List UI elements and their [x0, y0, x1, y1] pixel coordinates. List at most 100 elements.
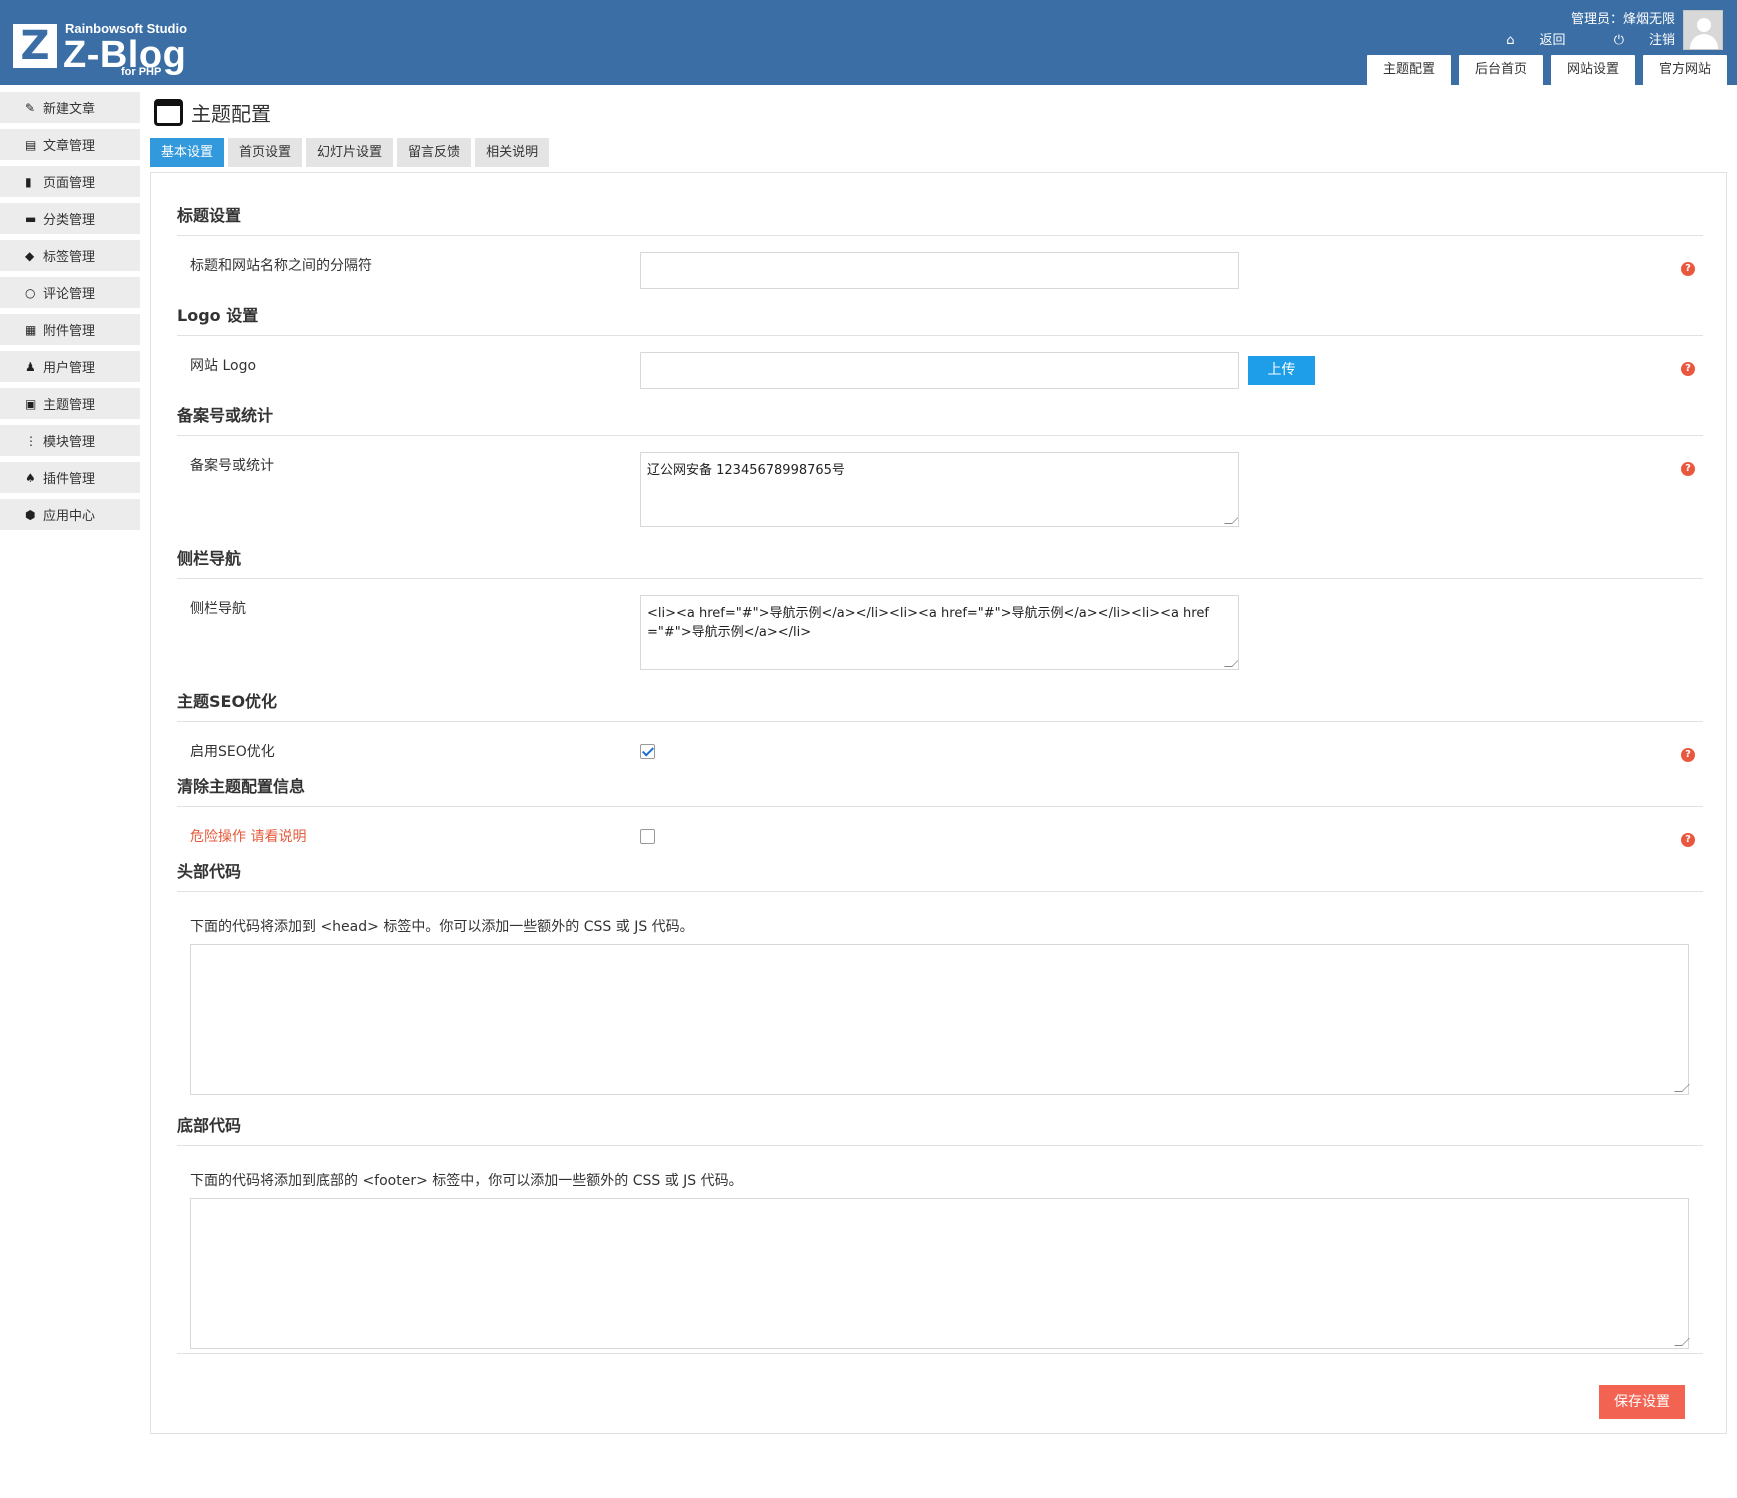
page-title: 主题配置 [150, 92, 1727, 132]
separator-input[interactable] [640, 252, 1239, 289]
document-icon: ▤ [25, 137, 37, 152]
section-beian: 备案号或统计 [177, 405, 1703, 436]
danger-operation-label: 危险操作 请看说明 [190, 829, 307, 845]
back-link[interactable]: ⌂ 返回 [1484, 32, 1565, 50]
tab-feedback[interactable]: 留言反馈 [397, 138, 472, 167]
tag-icon: ◆ [25, 248, 35, 263]
topnav-theme-config[interactable]: 主题配置 [1367, 55, 1451, 85]
settings-tabs: 基本设置 首页设置 幻灯片设置 留言反馈 相关说明 [150, 138, 550, 167]
beian-label: 备案号或统计 [190, 458, 274, 474]
panel-footer-divider [177, 1353, 1703, 1354]
menu-item-label: 标签管理 [43, 250, 96, 265]
site-logo-label: 网站 Logo [190, 358, 257, 374]
folder-icon: ▬ [25, 211, 37, 226]
menu-item-label: 文章管理 [43, 139, 96, 154]
head-code-description: 下面的代码将添加到 <head> 标签中。你可以添加一些额外的 CSS 或 JS… [190, 919, 694, 935]
menu-item-label: 主题管理 [43, 398, 96, 413]
head-code-textarea[interactable] [190, 944, 1690, 1095]
resize-handle[interactable] [1674, 1338, 1690, 1346]
page-title-text: 主题配置 [191, 101, 271, 126]
zblog-logo[interactable]: Z Rainbowsoft Studio Z-Blog for PHP [13, 20, 193, 80]
home-icon: ⌂ [1506, 33, 1515, 48]
pencil-icon: ✎ [25, 100, 36, 115]
comment-icon: ○ [25, 285, 36, 300]
left-menu: ✎ 新建文章 ▤ 文章管理 ▮ 页面管理 ▬ 分类管理 ◆ 标签管理 ○ 评论管理 ▦ 附件管… [0, 92, 140, 536]
help-icon[interactable]: ? [1681, 748, 1695, 762]
topnav-site-settings[interactable]: 网站设置 [1551, 55, 1635, 85]
clear-config-checkbox[interactable] [640, 829, 655, 844]
menu-item-attachment-manage[interactable]: ▦ 附件管理 [0, 314, 140, 346]
avatar-head-shape [1697, 18, 1711, 32]
menu-item-label: 插件管理 [43, 472, 96, 487]
help-icon[interactable]: ? [1681, 833, 1695, 847]
menu-item-theme-manage[interactable]: ▣ 主题管理 [0, 388, 140, 420]
menu-item-label: 评论管理 [43, 287, 96, 302]
section-footer-code: 底部代码 [177, 1115, 1703, 1146]
sidebar-nav-label: 侧栏导航 [190, 601, 246, 617]
seo-enable-label: 启用SEO优化 [190, 744, 275, 760]
logo-sub-text: for PHP [121, 66, 162, 78]
avatar[interactable] [1683, 10, 1723, 50]
menu-item-tag-manage[interactable]: ◆ 标签管理 [0, 240, 140, 272]
user-bar: 管理员：烽烟无限 ⌂ 返回 ⏻ 注销 [1462, 11, 1675, 50]
save-settings-button[interactable]: 保存设置 [1599, 1385, 1685, 1419]
tab-slide-settings[interactable]: 幻灯片设置 [306, 138, 394, 167]
menu-item-article-manage[interactable]: ▤ 文章管理 [0, 129, 140, 161]
main-content: 主题配置 基本设置 首页设置 幻灯片设置 留言反馈 相关说明 标题设置 标题和网… [150, 92, 1727, 1434]
tab-basic-settings[interactable]: 基本设置 [150, 138, 225, 167]
section-clear-config: 清除主题配置信息 [177, 776, 1703, 807]
window-icon [154, 98, 183, 126]
menu-item-plugin-manage[interactable]: ♠ 插件管理 [0, 462, 140, 494]
menu-item-label: 附件管理 [43, 324, 96, 339]
cube-icon: ⬢ [25, 507, 36, 522]
logout-label: 注销 [1648, 33, 1675, 48]
footer-code-textarea[interactable] [190, 1198, 1690, 1349]
help-icon[interactable]: ? [1681, 362, 1695, 376]
module-icon: ⋮ [25, 433, 37, 448]
logout-link[interactable]: ⏻ 注销 [1592, 32, 1675, 50]
tab-home-settings[interactable]: 首页设置 [228, 138, 303, 167]
settings-panel: 标题设置 标题和网站名称之间的分隔符 ? Logo 设置 网站 Logo 上传 … [150, 172, 1727, 1434]
resize-handle[interactable] [1674, 1084, 1690, 1092]
seo-enable-checkbox[interactable] [640, 744, 655, 759]
site-logo-input[interactable] [640, 352, 1239, 389]
top-header: Z Rainbowsoft Studio Z-Blog for PHP 管理员：… [0, 0, 1737, 85]
menu-item-label: 分类管理 [43, 213, 96, 228]
plugin-icon: ♠ [25, 470, 36, 485]
file-icon: ▮ [25, 174, 32, 189]
menu-item-label: 页面管理 [43, 176, 96, 191]
menu-item-new-article[interactable]: ✎ 新建文章 [0, 92, 140, 124]
section-title-settings: 标题设置 [177, 205, 1703, 236]
help-icon[interactable]: ? [1681, 462, 1695, 476]
sidebar-nav-textarea[interactable]: <li><a href="#">导航示例</a></li><li><a href… [640, 595, 1239, 670]
resize-handle[interactable] [1224, 659, 1238, 667]
logo-z-mark: Z [13, 24, 57, 68]
menu-item-label: 用户管理 [43, 361, 96, 376]
topnav-admin-home[interactable]: 后台首页 [1459, 55, 1543, 85]
menu-item-page-manage[interactable]: ▮ 页面管理 [0, 166, 140, 198]
beian-textarea[interactable]: 辽公网安备 12345678998765号 [640, 452, 1239, 527]
section-head-code: 头部代码 [177, 861, 1703, 892]
menu-item-category-manage[interactable]: ▬ 分类管理 [0, 203, 140, 235]
resize-handle[interactable] [1224, 516, 1238, 524]
topnav-official-site[interactable]: 官方网站 [1643, 55, 1727, 85]
tab-about[interactable]: 相关说明 [475, 138, 550, 167]
top-nav: 主题配置 后台首页 网站设置 官方网站 [1367, 55, 1727, 85]
section-logo-settings: Logo 设置 [177, 305, 1703, 336]
menu-item-module-manage[interactable]: ⋮ 模块管理 [0, 425, 140, 457]
menu-item-label: 应用中心 [43, 509, 96, 524]
menu-item-comment-manage[interactable]: ○ 评论管理 [0, 277, 140, 309]
back-label: 返回 [1539, 33, 1566, 48]
menu-item-app-center[interactable]: ⬢ 应用中心 [0, 499, 140, 531]
avatar-body-shape [1690, 34, 1718, 49]
menu-item-user-manage[interactable]: ♟ 用户管理 [0, 351, 140, 383]
footer-code-description: 下面的代码将添加到底部的 <footer> 标签中，你可以添加一些额外的 CSS… [190, 1173, 743, 1189]
upload-button[interactable]: 上传 [1248, 356, 1315, 385]
archive-icon: ▦ [25, 322, 37, 337]
user-icon: ♟ [25, 359, 36, 374]
separator-label: 标题和网站名称之间的分隔符 [190, 258, 372, 274]
menu-item-label: 模块管理 [43, 435, 96, 450]
section-seo: 主题SEO优化 [177, 691, 1703, 722]
sidebar-nav-textarea-value: <li><a href="#">导航示例</a></li><li><a href… [647, 606, 1209, 640]
help-icon[interactable]: ? [1681, 262, 1695, 276]
